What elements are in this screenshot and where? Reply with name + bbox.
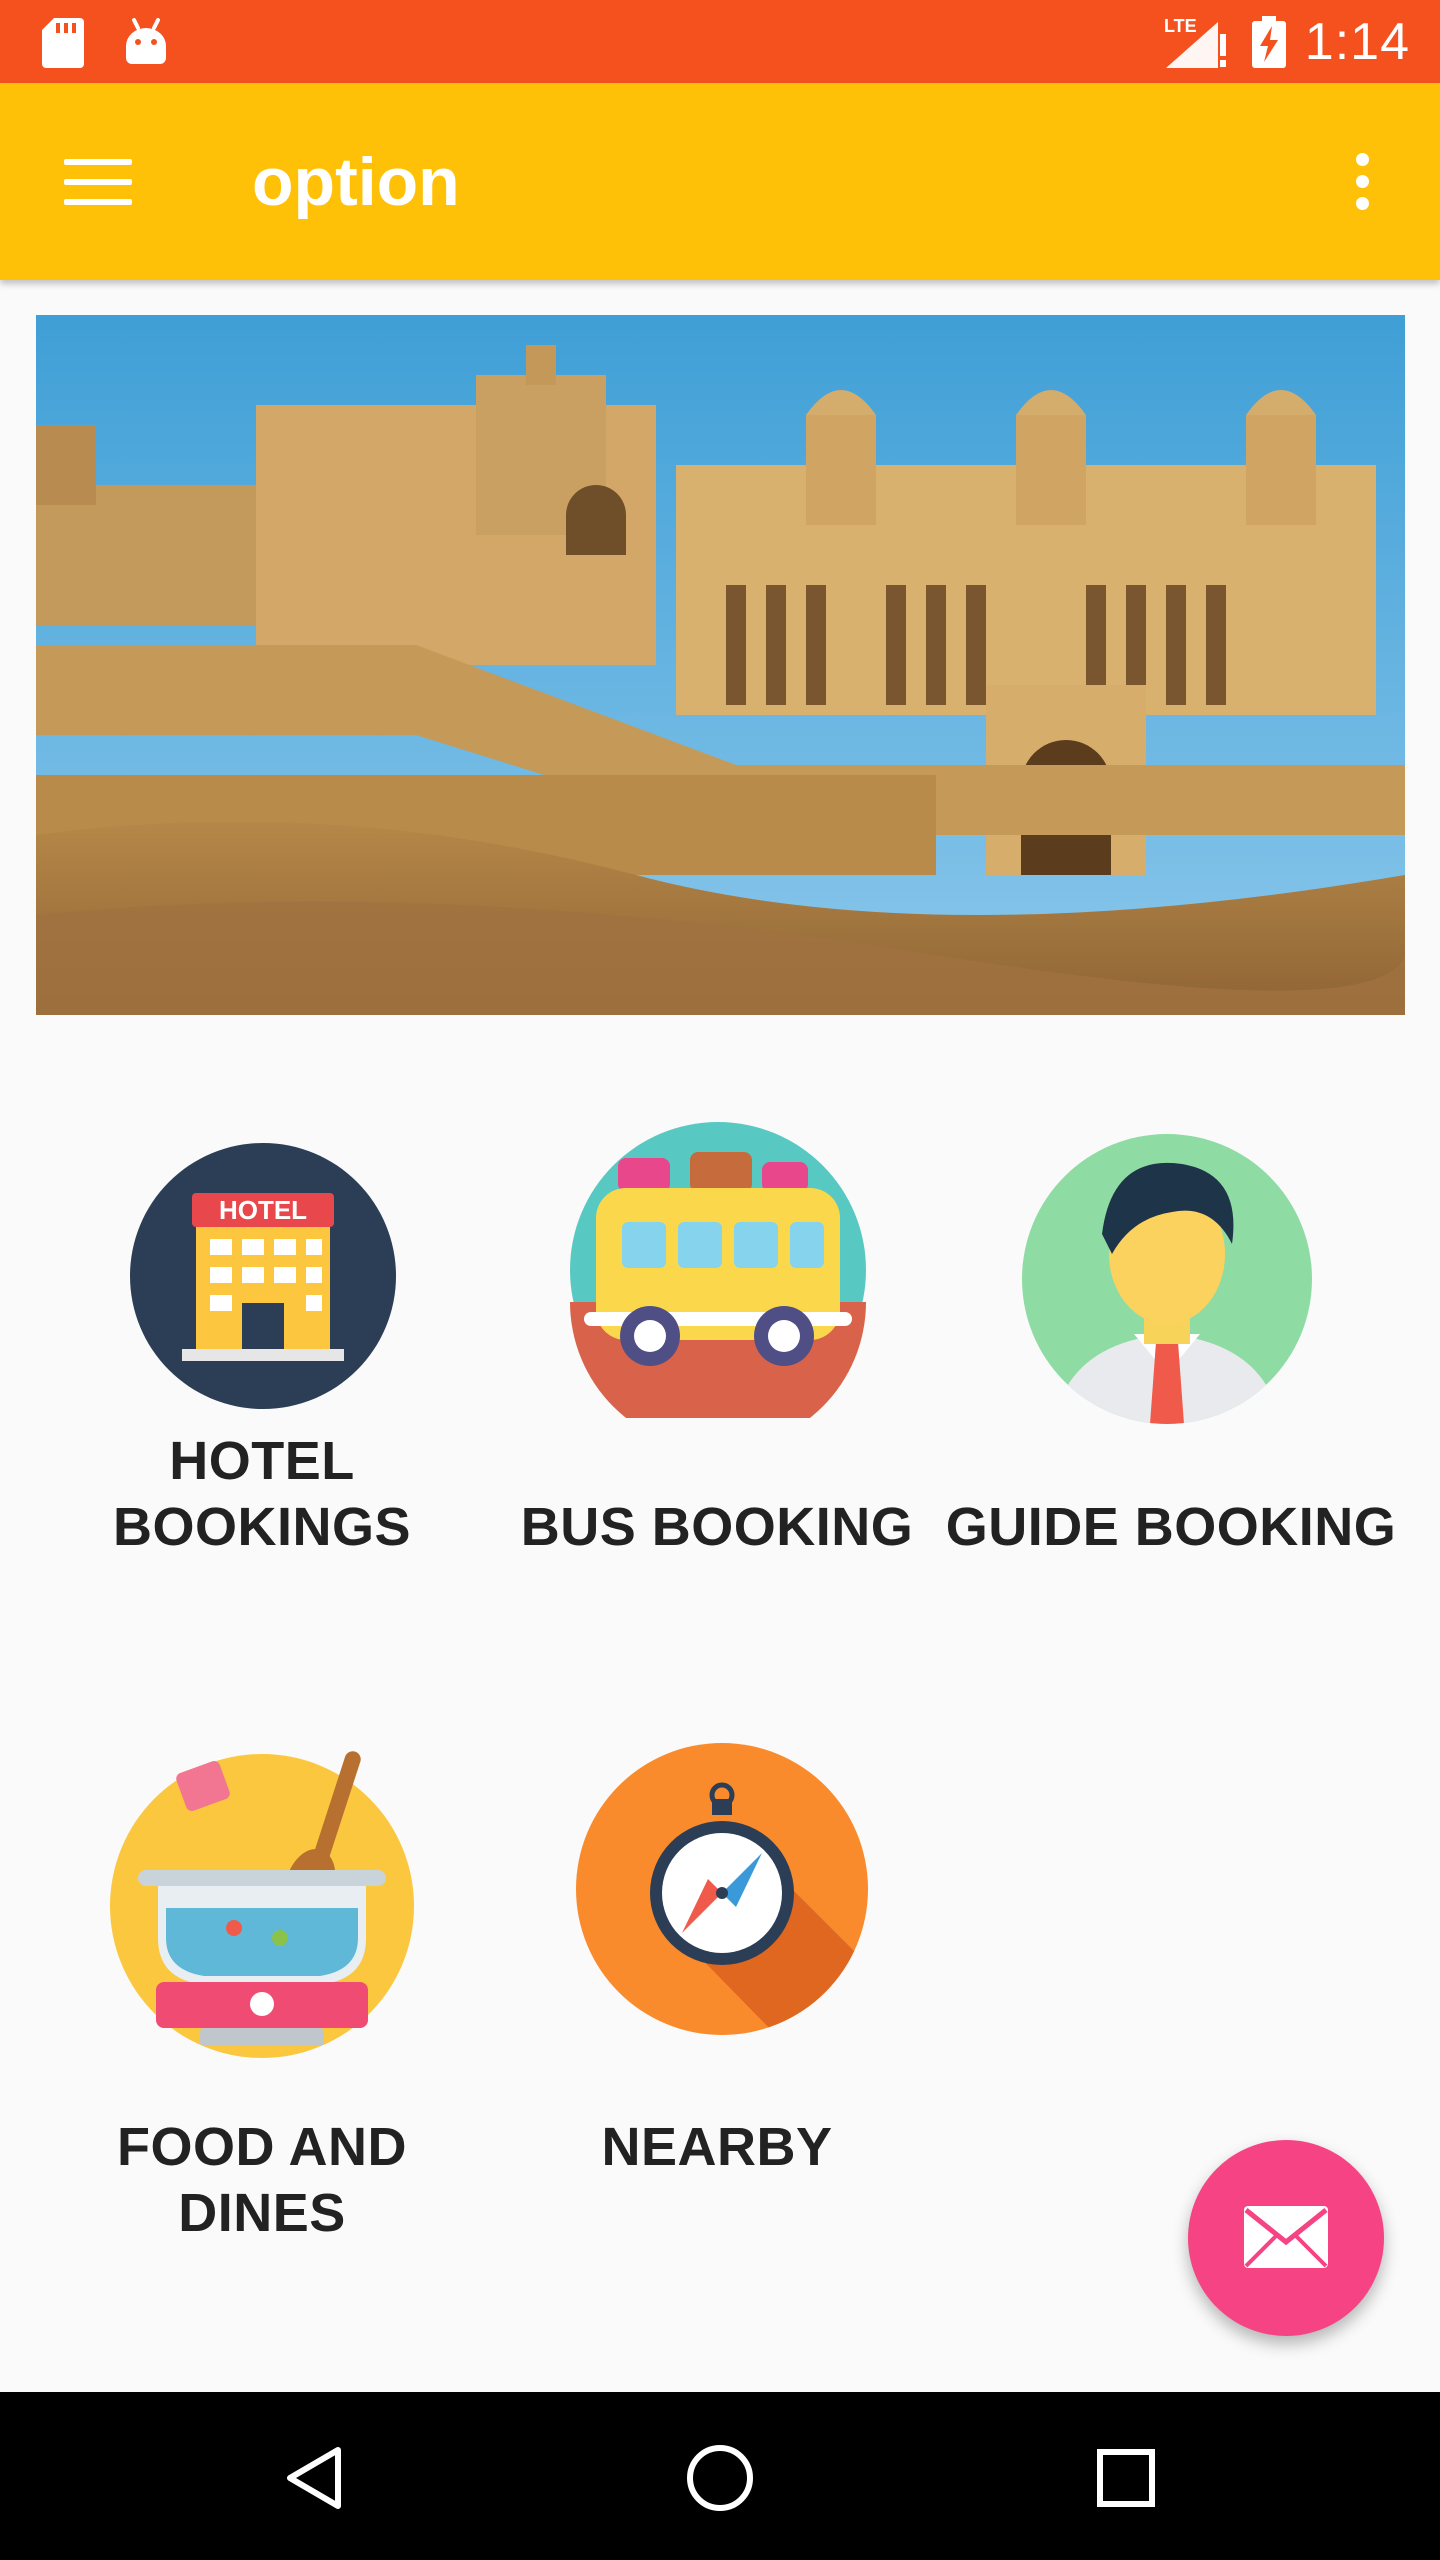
compass-icon[interactable] xyxy=(576,1743,868,2035)
more-vert-icon[interactable] xyxy=(1350,153,1374,213)
menu-icon[interactable] xyxy=(64,159,132,207)
bus-icon[interactable] xyxy=(570,1122,866,1418)
food-and-dines-label[interactable]: FOOD AND DINES xyxy=(32,2114,492,2246)
signal-icon: LTE xyxy=(1164,16,1226,68)
status-bar: LTE 1:14 xyxy=(0,0,1440,83)
home-icon[interactable] xyxy=(686,2444,754,2512)
mail-fab-button[interactable] xyxy=(1188,2140,1384,2336)
guide-booking-label[interactable]: GUIDE BOOKING xyxy=(941,1494,1401,1560)
page-title: option xyxy=(252,144,460,220)
navigation-bar xyxy=(0,2392,1440,2560)
mail-icon xyxy=(1244,2206,1328,2268)
food-icon[interactable] xyxy=(104,1748,420,2058)
recents-icon[interactable] xyxy=(1096,2448,1156,2508)
hotel-sign-text: HOTEL xyxy=(219,1195,307,1225)
back-icon[interactable] xyxy=(284,2446,344,2510)
nearby-label[interactable]: NEARBY xyxy=(487,2114,947,2180)
sd-card-icon xyxy=(42,18,84,68)
amber-fort-photo xyxy=(36,315,1405,1015)
hotel-icon[interactable]: HOTEL xyxy=(130,1143,396,1409)
app-bar: option xyxy=(0,83,1440,280)
status-time: 1:14 xyxy=(1304,13,1410,71)
guide-icon[interactable] xyxy=(1022,1134,1312,1424)
bus-booking-label[interactable]: BUS BOOKING xyxy=(487,1494,947,1560)
banner-image xyxy=(36,315,1405,1015)
battery-charging-icon xyxy=(1252,16,1286,68)
android-icon xyxy=(126,18,166,64)
network-type-label: LTE xyxy=(1164,16,1197,36)
hotel-bookings-label[interactable]: HOTEL BOOKINGS xyxy=(32,1428,492,1560)
